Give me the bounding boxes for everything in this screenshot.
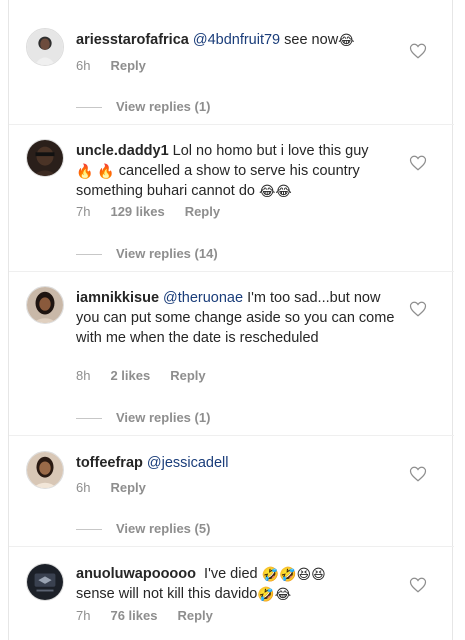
reply-button[interactable]: Reply (177, 608, 212, 623)
mention-link[interactable]: @4bdnfruit79 (193, 32, 280, 48)
avatar[interactable] (26, 139, 64, 177)
comment-body-cont: cancelled a show to serve his country so… (76, 163, 360, 199)
username[interactable]: iamnikkisue (76, 290, 159, 306)
username[interactable]: toffeefrap (76, 455, 143, 471)
heart-outline-icon[interactable] (409, 154, 427, 172)
replies-dash (76, 254, 102, 256)
likes-count[interactable]: 2 likes (110, 368, 150, 383)
comment-body: see now (280, 32, 339, 48)
view-replies-button[interactable]: View replies (1) (76, 99, 210, 114)
comment-text: ariesstarofafrica @4bdnfruit79 see now😂 (76, 30, 396, 50)
emoji-laugh: 😂 (338, 32, 355, 48)
view-replies-label: View replies (1) (116, 99, 211, 114)
divider (9, 435, 454, 436)
avatar[interactable] (26, 286, 64, 324)
timestamp: 8h (76, 368, 91, 383)
timestamp: 7h (76, 608, 91, 623)
username[interactable]: uncle.daddy1 (76, 143, 169, 159)
reply-button[interactable]: Reply (185, 204, 220, 219)
likes-count[interactable]: 129 likes (110, 204, 164, 219)
heart-outline-icon[interactable] (409, 300, 427, 318)
mention-link[interactable]: @theruonae (163, 290, 243, 306)
comment-body-cont: sense will not kill this davido (76, 586, 258, 602)
reply-button[interactable]: Reply (110, 480, 145, 495)
timestamp: 6h (76, 58, 91, 73)
comment-body: Lol no homo but i love this guy (172, 143, 369, 159)
emoji-rofl: 🤣😂 (257, 586, 292, 602)
divider (9, 124, 454, 125)
view-replies-label: View replies (14) (116, 246, 218, 261)
divider (9, 546, 454, 547)
heart-outline-icon[interactable] (409, 42, 427, 60)
comment-text: uncle.daddy1 Lol no homo but i love this … (76, 141, 396, 201)
timestamp: 7h (76, 204, 91, 219)
comment-meta: 6h Reply (76, 58, 166, 73)
replies-dash (76, 529, 102, 531)
replies-dash (76, 418, 102, 420)
comment-text: iamnikkisue @theruonae I'm too sad...but … (76, 288, 396, 348)
view-replies-label: View replies (5) (116, 521, 211, 536)
replies-dash (76, 107, 102, 109)
divider (9, 271, 454, 272)
emoji-rofl: 🤣🤣😆😆 (261, 566, 326, 582)
view-replies-label: View replies (1) (116, 410, 211, 425)
timestamp: 6h (76, 480, 91, 495)
comment-meta: 8h 2 likes Reply (76, 368, 226, 383)
reply-button[interactable]: Reply (170, 368, 205, 383)
heart-outline-icon[interactable] (409, 576, 427, 594)
comment-meta: 7h 76 likes Reply (76, 608, 233, 623)
emoji-laugh: 😂😂 (259, 183, 292, 199)
view-replies-button[interactable]: View replies (5) (76, 521, 210, 536)
view-replies-button[interactable]: View replies (14) (76, 246, 218, 261)
comment-meta: 7h 129 likes Reply (76, 204, 240, 219)
username[interactable]: anuoluwapooooo (76, 566, 196, 582)
comment-text: toffeefrap @jessicadell (76, 453, 396, 473)
comment-body: I've died (200, 566, 262, 582)
likes-count[interactable]: 76 likes (110, 608, 157, 623)
mention-link[interactable]: @jessicadell (147, 455, 229, 471)
avatar[interactable] (26, 451, 64, 489)
reply-button[interactable]: Reply (110, 58, 145, 73)
view-replies-button[interactable]: View replies (1) (76, 410, 210, 425)
heart-outline-icon[interactable] (409, 465, 427, 483)
emoji-fire: 🔥 🔥 (76, 163, 115, 179)
comment-meta: 6h Reply (76, 480, 166, 495)
comments-panel: ariesstarofafrica @4bdnfruit79 see now😂 6… (8, 0, 454, 640)
comment-text: anuoluwapooooo I've died 🤣🤣😆😆 sense will … (76, 564, 396, 604)
avatar[interactable] (26, 563, 64, 601)
username[interactable]: ariesstarofafrica (76, 32, 189, 48)
avatar[interactable] (26, 28, 64, 66)
